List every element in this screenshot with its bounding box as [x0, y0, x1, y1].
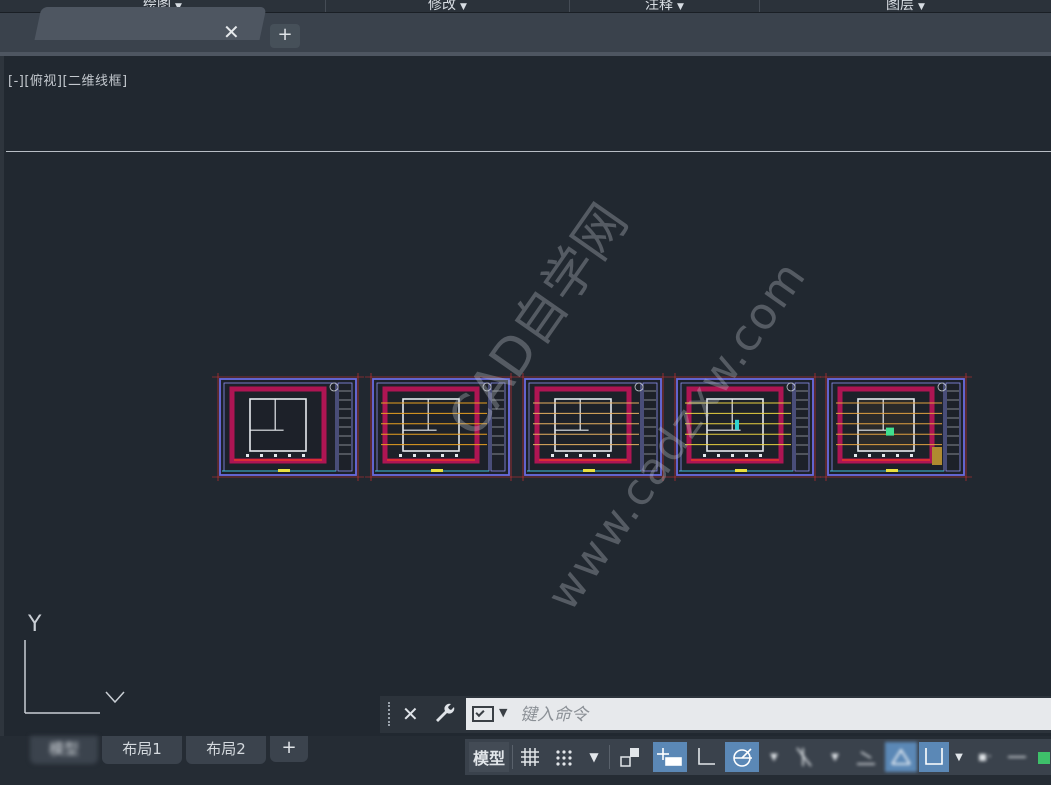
command-input-container: ▼ [466, 698, 1051, 730]
wrench-icon[interactable] [432, 700, 456, 730]
lineweight-icon[interactable] [851, 742, 881, 772]
drawing-sheet [820, 373, 972, 481]
drawing-sheet [212, 373, 364, 481]
close-icon[interactable]: ✕ [402, 702, 419, 726]
tab-layout2[interactable]: 布局2 [186, 736, 266, 764]
infer-constraints-icon[interactable] [615, 742, 645, 772]
command-line-bar: ✕ ▼ [380, 696, 1051, 733]
transparency-icon[interactable] [885, 742, 917, 772]
model-space-button[interactable]: 模型 [469, 742, 509, 772]
command-prompt-icon[interactable] [472, 706, 494, 722]
divider [512, 745, 513, 769]
ucs-icon [24, 640, 125, 714]
status-bar: 模型 布局1 布局2 + 模型 ▼ ▼ ▼ ▼ ▪· [0, 736, 1051, 785]
dynamic-input-icon[interactable] [653, 742, 687, 772]
annotation-monitor-icon[interactable]: ▪· [971, 742, 999, 772]
polar-icon[interactable] [725, 742, 759, 772]
osnap-icon[interactable]: ▼ [823, 742, 847, 772]
chevron-down-icon[interactable]: ▼ [499, 706, 507, 719]
drawing-sheets [212, 373, 972, 481]
units-icon[interactable] [1003, 742, 1031, 772]
status-toolbar: 模型 ▼ ▼ ▼ ▼ ▪· [465, 739, 1051, 775]
tab-layout1[interactable]: 布局1 [102, 736, 182, 764]
hardware-acceleration-icon[interactable] [1035, 742, 1051, 772]
snap-icon[interactable] [549, 742, 579, 772]
ortho-icon[interactable] [691, 742, 721, 772]
command-input[interactable] [518, 700, 1042, 730]
grid-icon[interactable] [515, 742, 545, 772]
drag-handle-icon[interactable] [388, 702, 393, 726]
selection-cycling-icon[interactable] [919, 742, 949, 772]
chevron-down-icon[interactable]: ▼ [951, 742, 967, 772]
tab-model[interactable]: 模型 [30, 736, 98, 764]
isodraft-icon[interactable]: ▼ [763, 742, 785, 772]
ucs-y-label: Y [28, 612, 42, 637]
otrack-icon[interactable] [789, 742, 819, 772]
divider [609, 745, 610, 769]
chevron-down-icon[interactable]: ▼ [583, 742, 605, 772]
add-layout-button[interactable]: + [270, 736, 308, 762]
